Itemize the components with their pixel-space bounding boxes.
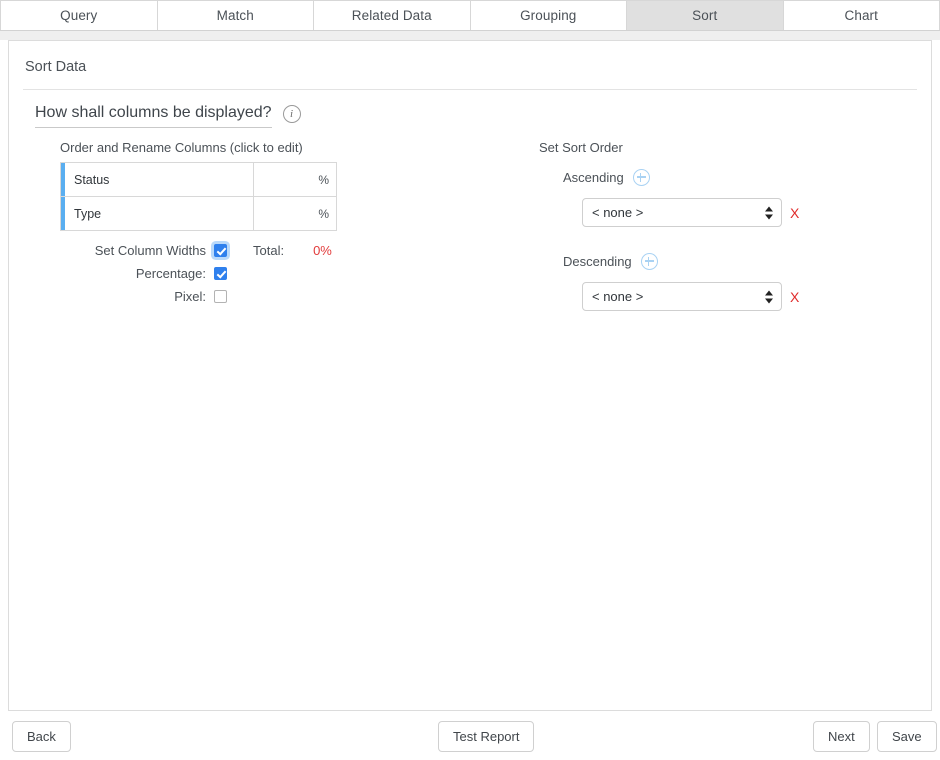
- sort-select-row: < none > X: [582, 282, 863, 311]
- checkbox-label: Percentage:: [135, 265, 206, 281]
- percent-sign: %: [318, 206, 329, 221]
- remove-sort-button[interactable]: X: [790, 205, 799, 221]
- checkbox-pixel[interactable]: [214, 289, 227, 303]
- tab-match[interactable]: Match: [157, 0, 314, 30]
- checkbox-row: Pixel:: [60, 286, 360, 306]
- column-name-cell[interactable]: Status: [65, 163, 254, 196]
- page-footer: Back Test Report Next Save: [0, 713, 940, 760]
- sort-order-section: Set Sort Order Ascending < none > X Descend…: [533, 140, 863, 311]
- sort-group-label: Ascending: [563, 170, 624, 185]
- total-value: 0%: [313, 242, 332, 258]
- page-title: Sort Data: [25, 59, 87, 75]
- checkbox-row: Percentage:: [60, 263, 360, 283]
- checkbox-label: Pixel:: [174, 288, 206, 304]
- select-wrapper: < none >: [582, 198, 782, 227]
- total-width-display: Total: 0%: [253, 240, 332, 260]
- column-order-table: Status% Type%: [60, 162, 337, 231]
- sort-group-header: Descending: [563, 253, 863, 270]
- tab-grouping[interactable]: Grouping: [470, 0, 627, 30]
- section-heading: How shall columns be displayed?: [35, 104, 272, 128]
- section-heading-group: How shall columns be displayed? i: [35, 104, 301, 128]
- checkbox-percentage[interactable]: [214, 266, 227, 280]
- column-width-options: Set Column Widths Percentage: Pixel: Total…: [60, 240, 360, 306]
- column-width-input[interactable]: [269, 206, 316, 221]
- title-divider: [23, 89, 917, 90]
- sort-group-ascending: Ascending < none > X: [533, 169, 863, 227]
- wizard-tab-bar: Query Match Related Data Grouping Sort Chart: [0, 0, 940, 31]
- sort-order-groups: Ascending < none > X Descending < none > X: [533, 169, 863, 311]
- percent-sign: %: [318, 172, 329, 187]
- plus-circle-icon[interactable]: [640, 253, 658, 270]
- content-panel: Sort Data How shall columns be displayed…: [8, 40, 932, 711]
- tab-query[interactable]: Query: [0, 0, 158, 30]
- back-button[interactable]: Back: [12, 721, 71, 752]
- select-wrapper: < none >: [582, 282, 782, 311]
- next-button[interactable]: Next: [813, 721, 870, 752]
- table-row[interactable]: Type%: [61, 197, 336, 231]
- tab-content-gap: [0, 31, 940, 40]
- column-name-cell[interactable]: Type: [65, 197, 254, 230]
- plus-circle-icon[interactable]: [632, 169, 650, 186]
- save-button[interactable]: Save: [877, 721, 937, 752]
- table-row[interactable]: Status%: [61, 163, 336, 197]
- total-label: Total:: [253, 242, 285, 258]
- sort-field-select-descending[interactable]: < none >: [582, 282, 782, 311]
- order-columns-section: Order and Rename Columns (click to edit)…: [60, 140, 360, 309]
- checkbox-set-column-widths[interactable]: [214, 243, 227, 257]
- info-icon[interactable]: i: [282, 105, 301, 123]
- sort-group-label: Descending: [563, 254, 632, 269]
- order-columns-label: Order and Rename Columns (click to edit): [60, 140, 303, 155]
- sort-order-title: Set Sort Order: [539, 140, 623, 155]
- checkbox-label: Set Column Widths: [94, 242, 206, 258]
- sort-field-select-ascending[interactable]: < none >: [582, 198, 782, 227]
- column-width-cell: %: [254, 197, 336, 230]
- tab-chart[interactable]: Chart: [783, 0, 940, 30]
- remove-sort-button[interactable]: X: [790, 289, 799, 305]
- sort-data-page: Query Match Related Data Grouping Sort Chart …: [0, 0, 940, 760]
- sort-group-descending: Descending < none > X: [533, 253, 863, 311]
- sort-select-row: < none > X: [582, 198, 863, 227]
- tab-sort[interactable]: Sort: [627, 0, 784, 30]
- test-report-button[interactable]: Test Report: [438, 721, 535, 752]
- column-width-input[interactable]: [269, 172, 316, 187]
- tab-related-data[interactable]: Related Data: [314, 0, 471, 30]
- sort-group-header: Ascending: [563, 169, 863, 186]
- column-width-cell: %: [254, 163, 336, 196]
